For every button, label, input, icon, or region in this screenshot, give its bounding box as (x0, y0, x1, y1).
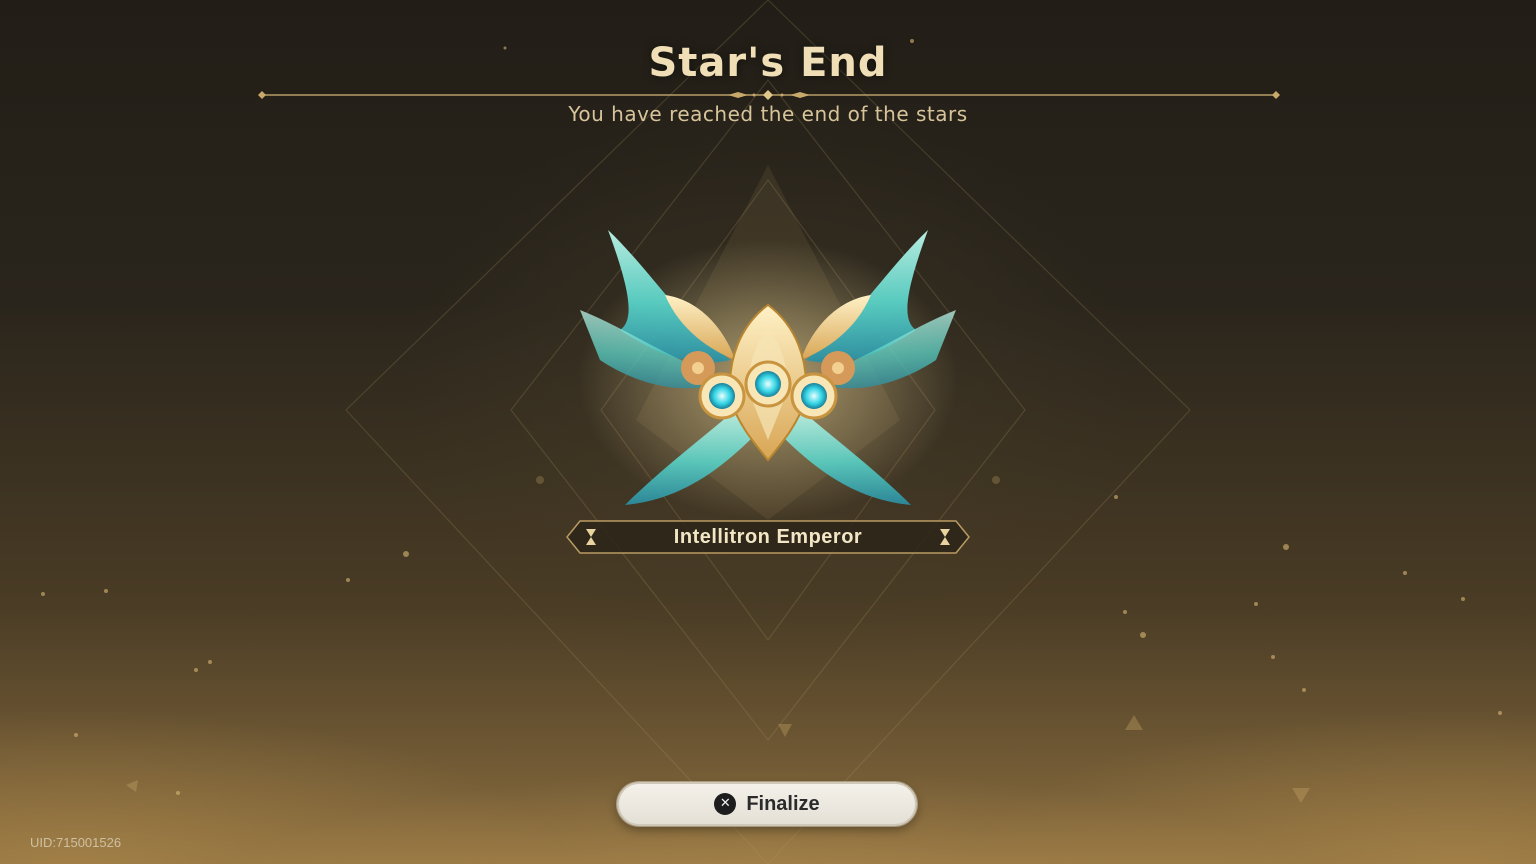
reward-name: Intellitron Emperor (673, 526, 863, 548)
page-title: Star's End (648, 40, 888, 86)
finalize-button[interactable]: ✕ Finalize (617, 782, 917, 826)
player-uid: UID:715001526 (30, 835, 122, 850)
cross-button-icon: ✕ (714, 793, 737, 815)
finalize-button-label: Finalize (746, 792, 820, 815)
page-subtitle: You have reached the end of the stars (568, 102, 968, 126)
winged-gear-emblem-icon (578, 230, 958, 520)
title-divider (258, 90, 1280, 100)
reward-name-plate: Intellitron Emperor (566, 520, 970, 554)
